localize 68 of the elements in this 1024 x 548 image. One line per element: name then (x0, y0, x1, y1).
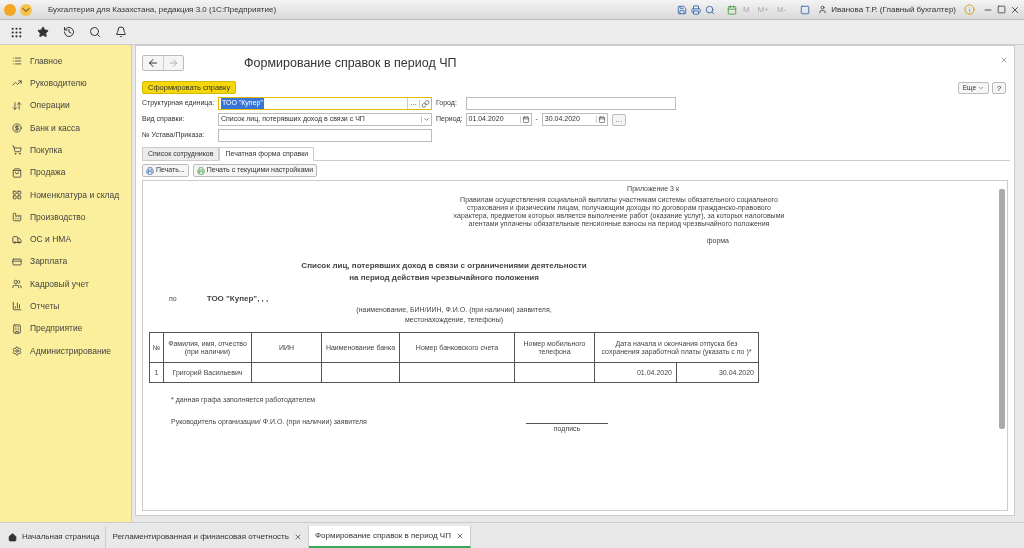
sidebar-item[interactable]: Главное (0, 50, 131, 73)
arrows-icon (12, 100, 22, 111)
sidebar-item[interactable]: Операции (0, 94, 131, 117)
order-field[interactable] (218, 129, 432, 142)
sidebar-item[interactable]: Руководителю (0, 72, 131, 95)
window-tab[interactable]: Регламентированная и финансовая отчетность (106, 526, 309, 548)
calendar-icon[interactable] (595, 116, 607, 123)
caret-icon (978, 84, 984, 91)
apps-icon[interactable] (10, 25, 23, 39)
window-title: Бухгалтерия для Казахстана, редакция 3.0 (1С:Предприятие) (48, 3, 277, 16)
sidebar-item[interactable]: ОС и НМА (0, 228, 131, 251)
menu-icon[interactable] (20, 3, 32, 16)
save-icon[interactable] (676, 4, 687, 15)
app-logo-icon (4, 3, 16, 16)
printer-icon (196, 166, 205, 175)
sidebar-item[interactable]: Кадровый учет (0, 272, 131, 296)
trend-icon (12, 78, 22, 89)
document-heading: на период действия чрезвычайного положения (349, 272, 539, 284)
user-icon (818, 5, 828, 14)
building-icon (12, 323, 22, 334)
close-icon[interactable] (293, 533, 302, 541)
help-button[interactable]: ? (992, 81, 1006, 94)
close-icon[interactable] (455, 532, 464, 540)
sidebar-item[interactable]: Продажа (0, 161, 131, 184)
bell-icon[interactable] (115, 26, 127, 38)
organization-name: ТОО "Купер", , , (206, 293, 269, 305)
city-field[interactable] (465, 97, 676, 110)
cart-icon (12, 145, 22, 156)
close-icon[interactable] (1010, 4, 1020, 15)
calendar-icon[interactable] (519, 116, 531, 123)
scrollbar[interactable] (999, 189, 1005, 429)
form-title: Формирование справок в период ЧП (244, 54, 457, 72)
sidebar-item[interactable]: Предприятие (0, 317, 131, 340)
info-icon[interactable] (964, 4, 975, 15)
window-tab[interactable]: Начальная страница (2, 526, 107, 548)
grid-icon (12, 189, 22, 200)
printer-icon (146, 166, 154, 175)
home-icon (8, 532, 17, 542)
sidebar-item[interactable]: Зарплата (0, 250, 131, 273)
calendar-icon[interactable] (726, 4, 737, 15)
restore-icon[interactable] (997, 5, 1006, 14)
print-icon[interactable] (690, 4, 701, 15)
people-icon (12, 279, 22, 290)
sidebar-item[interactable]: Отчеты (0, 295, 131, 318)
card-icon (12, 256, 22, 267)
user-name[interactable]: Иванова Т.Р. (Главный бухгалтер) (831, 3, 956, 16)
search-icon[interactable] (89, 26, 101, 38)
factory-icon (12, 212, 22, 223)
sidebar-item[interactable]: Администрирование (0, 339, 131, 363)
settings-icon (12, 346, 22, 356)
document-heading: Список лиц, потерявших доход в связи с ограничениями деятельности (301, 260, 587, 272)
sidebar-item[interactable]: Производство (0, 206, 131, 229)
link-icon[interactable] (419, 99, 431, 108)
list-icon (12, 56, 22, 67)
panel-icon[interactable] (800, 4, 811, 15)
truck-icon (12, 234, 22, 245)
sidebar-item[interactable]: Покупка (0, 139, 131, 162)
preview-icon[interactable] (704, 4, 715, 15)
history-icon[interactable] (63, 26, 75, 38)
window-tab[interactable]: Формирование справок в период ЧП (308, 526, 471, 548)
coin-icon (12, 123, 22, 134)
table-cell (251, 362, 322, 383)
star-icon[interactable] (37, 26, 49, 38)
sidebar-item[interactable]: Банк и касса (0, 116, 131, 140)
sidebar-item[interactable]: Номенклатура и склад (0, 183, 131, 207)
dropdown-icon (421, 116, 431, 123)
bag-icon (12, 167, 22, 178)
bar-chart-icon (12, 301, 22, 312)
